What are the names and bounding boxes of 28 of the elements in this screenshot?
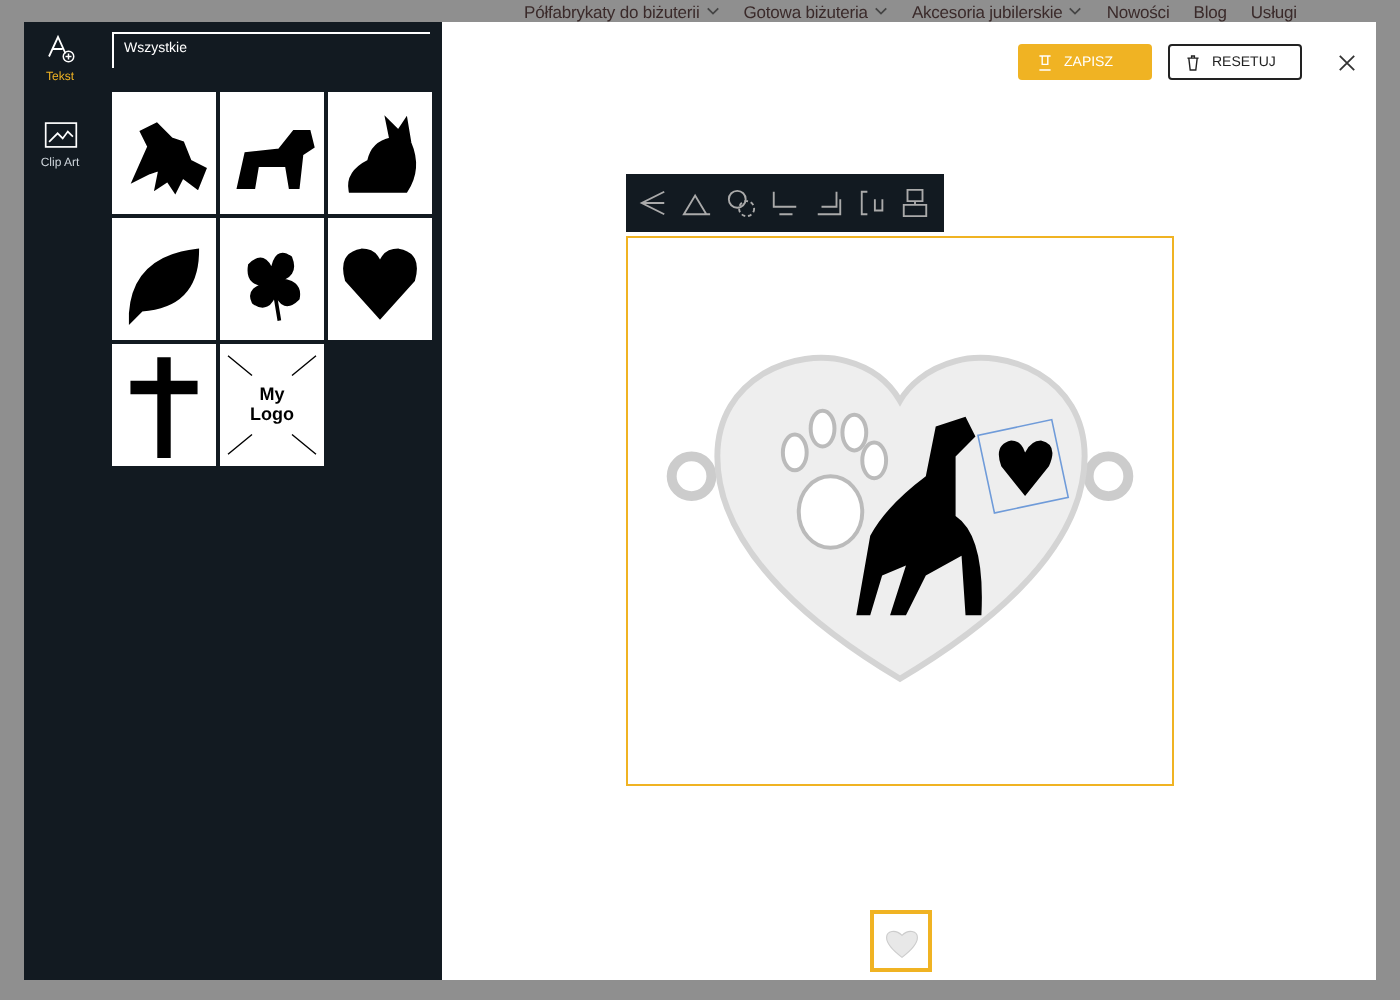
toolbar-tool-icon[interactable] bbox=[900, 188, 931, 218]
toolbar-tool-icon[interactable] bbox=[813, 188, 844, 218]
toolbar-tool-icon[interactable] bbox=[726, 188, 757, 218]
site-nav-link[interactable]: Blog bbox=[1193, 1, 1227, 21]
clipart-tile[interactable]: My Logo bbox=[220, 344, 324, 466]
clipart-tile[interactable] bbox=[112, 218, 216, 340]
clipart-tile[interactable] bbox=[112, 92, 216, 214]
logo-placeholder-text: My Logo bbox=[248, 385, 296, 425]
image-icon bbox=[43, 120, 77, 150]
toolbar-tool-icon[interactable] bbox=[638, 188, 669, 218]
clipart-tile[interactable] bbox=[328, 218, 432, 340]
add-text-icon bbox=[43, 34, 77, 64]
save-icon bbox=[1038, 53, 1052, 71]
toolbar-tool-icon[interactable] bbox=[857, 188, 888, 218]
toolbar-tool-icon[interactable] bbox=[682, 188, 713, 218]
site-nav-link[interactable]: Usługi bbox=[1250, 1, 1297, 21]
clipart-tile[interactable] bbox=[328, 92, 432, 214]
site-nav-link[interactable]: Półfabrykaty do biżuterii bbox=[524, 1, 720, 21]
product-thumbnail[interactable] bbox=[870, 910, 932, 972]
site-nav-link[interactable]: Gotowa biżuteria bbox=[743, 1, 888, 21]
clipart-tile[interactable] bbox=[220, 218, 324, 340]
clipart-tile[interactable] bbox=[112, 344, 216, 466]
close-icon[interactable] bbox=[1338, 53, 1356, 71]
toolbar-tool-icon[interactable] bbox=[769, 188, 800, 218]
clipart-tile[interactable] bbox=[220, 92, 324, 214]
site-nav-link[interactable]: Akcesoria jubilerskie bbox=[911, 1, 1083, 21]
trash-icon bbox=[1186, 53, 1200, 71]
site-nav-link[interactable]: Nowości bbox=[1106, 1, 1170, 21]
